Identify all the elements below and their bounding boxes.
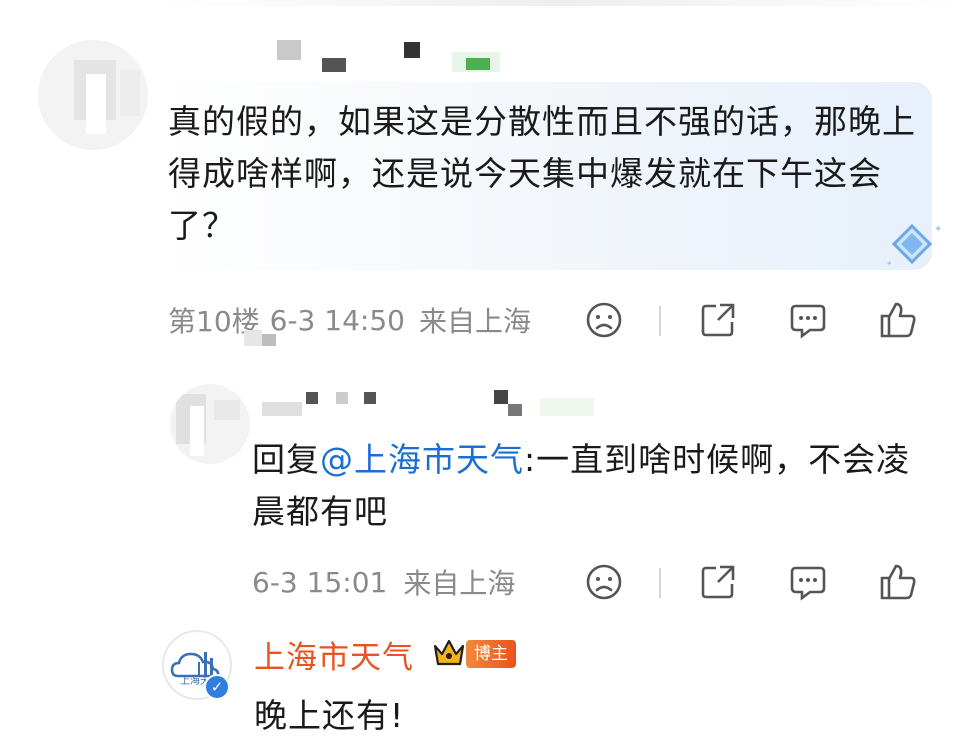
reply-location: 来自上海 <box>403 567 516 600</box>
reply-text: 回复@上海市天气:一直到啥时候啊，不会凌晨都有吧 <box>252 434 932 538</box>
comment-icon[interactable] <box>788 562 828 602</box>
author-reply-text: 晚上还有! <box>254 696 405 735</box>
top-divider <box>160 0 960 6</box>
svg-text:✦: ✦ <box>934 224 942 235</box>
comment-location: 来自上海 <box>418 305 531 338</box>
share-icon[interactable] <box>698 300 738 340</box>
reply-meta: 6-3 15:01 来自上海 <box>252 560 515 604</box>
reply-avatar[interactable] <box>170 384 250 464</box>
meta-separator <box>659 306 661 336</box>
like-icon[interactable] <box>878 562 918 602</box>
comment-meta: 第10楼 6-3 14:50 来自上海 <box>168 298 531 342</box>
mention-link[interactable]: @上海市天气 <box>320 440 524 479</box>
meta-separator <box>659 568 661 598</box>
svg-text:✦: ✦ <box>886 259 893 268</box>
reply-prefix: 回复 <box>252 440 320 479</box>
avatar[interactable] <box>38 40 148 150</box>
verified-icon: ✓ <box>204 674 230 700</box>
sad-face-icon[interactable] <box>584 562 624 602</box>
comment-icon[interactable] <box>788 300 828 340</box>
reply-time: 6-3 15:01 <box>252 565 388 599</box>
comment-time: 6-3 14:50 <box>269 303 405 337</box>
author-name[interactable]: 上海市天气 <box>254 632 414 677</box>
comment-text: 真的假的，如果这是分散性而且不强的话，那晚上得成啥样啊，还是说今天集中爆发就在下… <box>168 102 916 245</box>
sad-face-icon[interactable] <box>584 300 624 340</box>
share-icon[interactable] <box>698 562 738 602</box>
author-badge: 博主 <box>466 640 516 668</box>
diamond-badge-icon: ✦ ✦ <box>882 220 942 272</box>
crown-icon <box>432 636 466 668</box>
like-icon[interactable] <box>878 300 918 340</box>
